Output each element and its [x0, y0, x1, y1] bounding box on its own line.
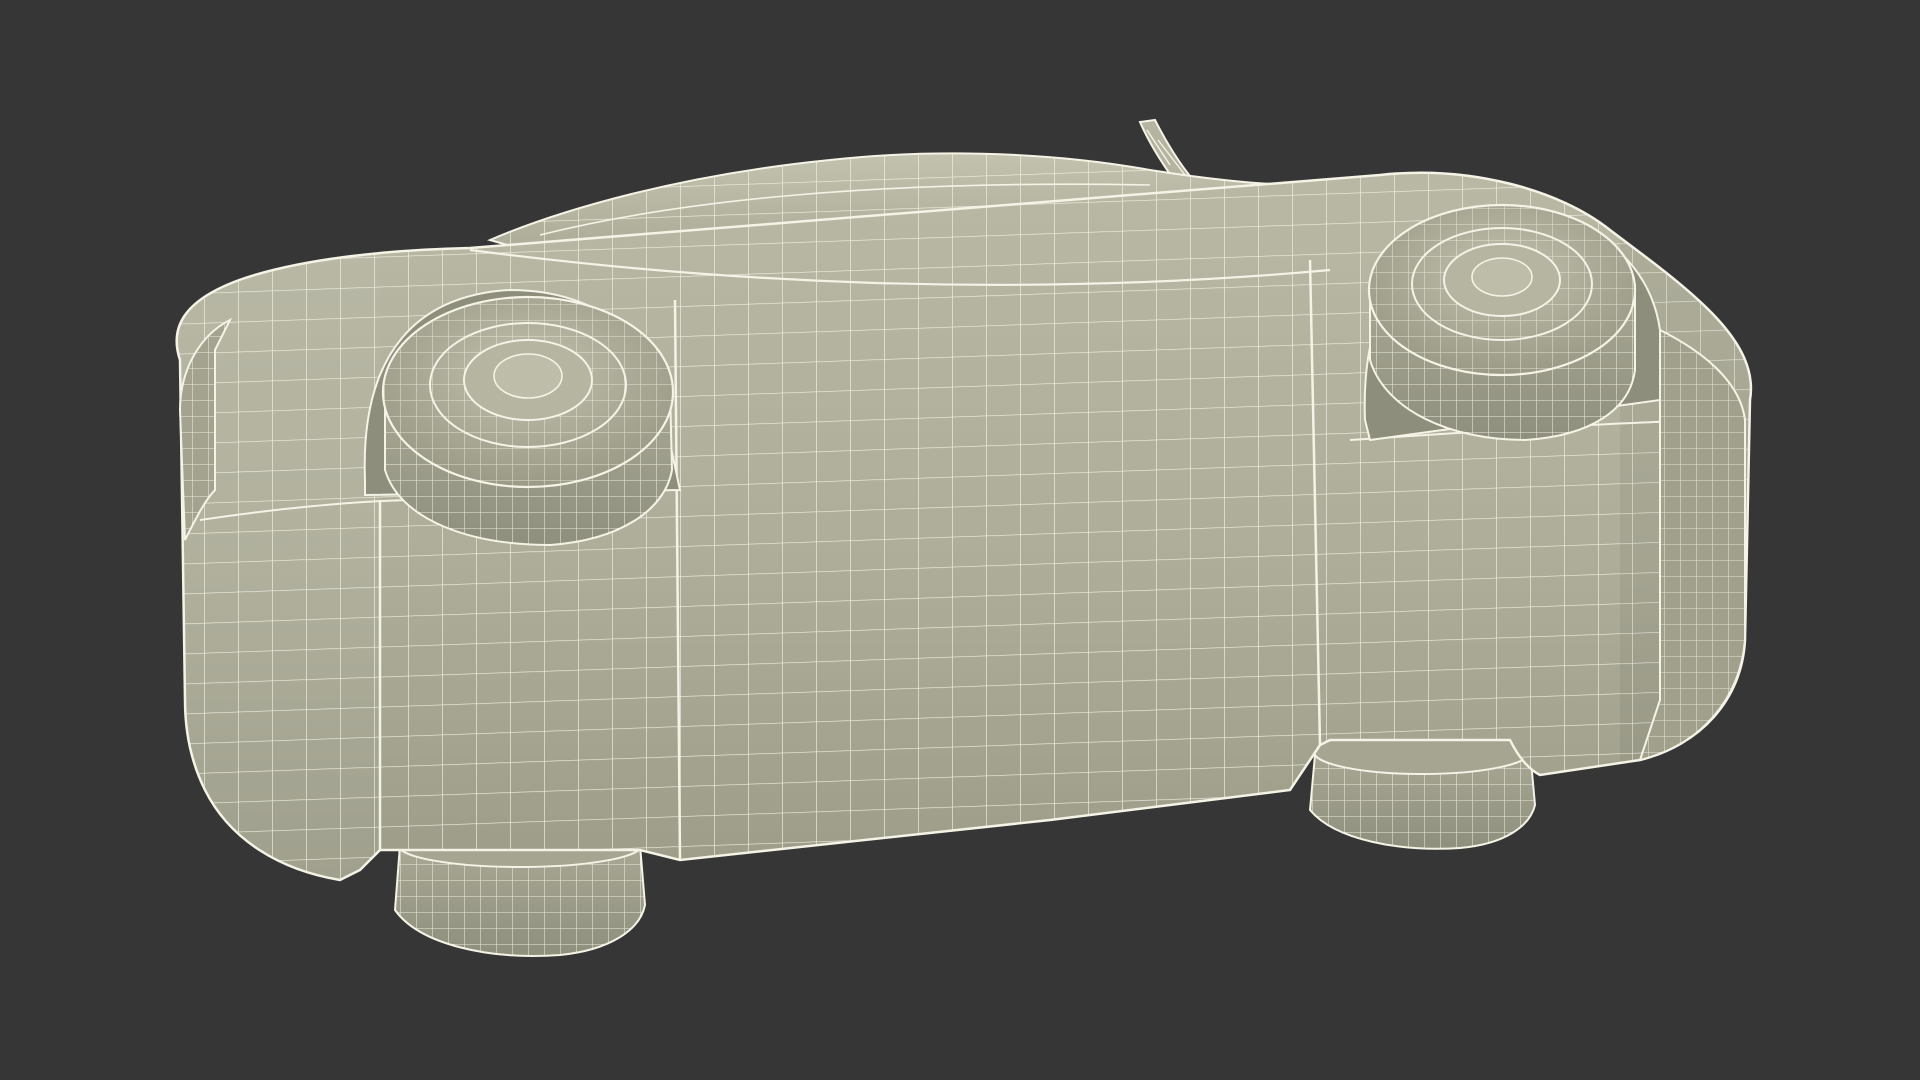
wheel-bottom-right [1308, 729, 1537, 850]
wheel-top-right [1367, 203, 1637, 442]
3d-viewport[interactable] [0, 0, 1920, 1080]
wheel-top-left [381, 295, 675, 547]
car-wireframe-render [0, 0, 1920, 1080]
